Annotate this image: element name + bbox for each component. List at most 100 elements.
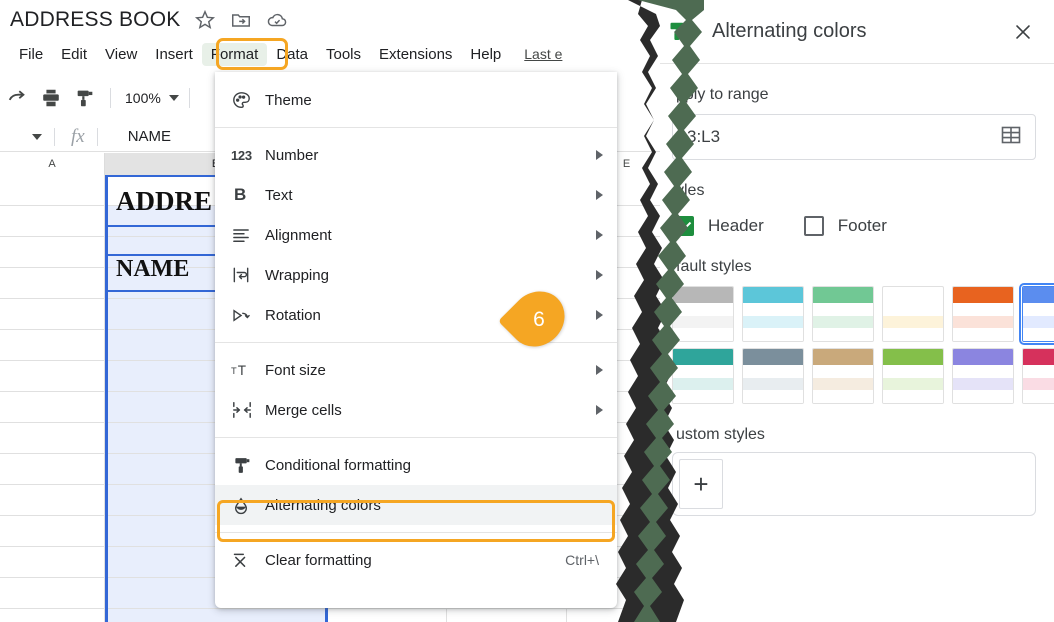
grid-cell[interactable] <box>0 392 105 422</box>
menu-item-alignment[interactable]: Alignment <box>215 215 617 255</box>
column-header-a[interactable]: A <box>0 153 105 175</box>
select-range-icon[interactable] <box>999 123 1023 152</box>
style-swatch-pink[interactable] <box>1022 348 1054 404</box>
menu-item-label: Clear formatting <box>265 551 372 569</box>
grid-cell[interactable] <box>0 485 105 515</box>
grid-cell[interactable] <box>0 578 105 608</box>
swatch-row <box>1023 303 1054 316</box>
swatch-row <box>1023 328 1054 341</box>
menu-item-label: Alignment <box>265 226 332 244</box>
menu-file[interactable]: File <box>10 43 52 66</box>
add-custom-style-button[interactable]: + <box>679 459 723 509</box>
menu-help[interactable]: Help <box>461 43 510 66</box>
menu-item-clear-formatting[interactable]: Clear formatting Ctrl+\ <box>215 540 617 580</box>
menu-insert[interactable]: Insert <box>146 43 202 66</box>
style-swatch-yellow[interactable] <box>882 286 944 342</box>
swatch-header <box>743 287 803 303</box>
swatch-row <box>813 328 873 341</box>
grid-cell[interactable] <box>447 609 567 622</box>
badge-number: 6 <box>533 308 545 331</box>
alternating-colors-panel[interactable]: Alternating colors pply to range 3:L3 yl… <box>660 0 1054 622</box>
menu-item-number[interactable]: 123 Number <box>215 135 617 175</box>
style-swatch-cyan[interactable] <box>742 286 804 342</box>
swatch-band <box>1023 377 1054 391</box>
grid-cell[interactable] <box>0 454 105 484</box>
swatch-row <box>813 390 873 403</box>
redo-icon[interactable] <box>2 83 32 113</box>
menu-extensions[interactable]: Extensions <box>370 43 461 66</box>
swatch-band <box>813 315 873 329</box>
menu-item-theme[interactable]: Theme <box>215 80 617 120</box>
grid-cell[interactable] <box>0 516 105 546</box>
menu-view[interactable]: View <box>96 43 146 66</box>
cloud-saved-icon[interactable] <box>266 9 288 31</box>
default-styles-grid[interactable] <box>672 283 1054 404</box>
number-123-icon: 123 <box>231 147 252 163</box>
swatch-row <box>743 303 803 316</box>
style-swatch-slate[interactable] <box>742 348 804 404</box>
range-value[interactable]: 3:L3 <box>687 127 720 147</box>
grid-cell[interactable] <box>0 609 105 622</box>
style-swatch-tan[interactable] <box>812 348 874 404</box>
grid-cell[interactable] <box>0 299 105 329</box>
style-swatch-orange[interactable] <box>952 286 1014 342</box>
menu-item-font-size[interactable]: T T Font size <box>215 350 617 390</box>
menu-divider <box>215 437 617 438</box>
custom-styles-label: ustom styles <box>676 426 765 443</box>
zoom-level[interactable]: 100% <box>121 90 165 106</box>
grid-cell[interactable] <box>0 547 105 577</box>
menu-item-label: Theme <box>265 91 312 109</box>
star-icon[interactable] <box>194 9 216 31</box>
alternating-colors-icon <box>664 19 698 45</box>
grid-cell[interactable] <box>0 268 105 298</box>
move-to-folder-icon[interactable] <box>230 9 252 31</box>
style-swatch-teal[interactable] <box>672 348 734 404</box>
footer-checkbox[interactable] <box>803 216 824 236</box>
fx-icon: fx <box>71 125 85 147</box>
menu-divider <box>215 532 617 533</box>
grid-cell[interactable] <box>0 206 105 236</box>
print-icon[interactable] <box>36 83 66 113</box>
panel-body: pply to range 3:L3 yles Header Footer fa… <box>660 86 1054 516</box>
custom-styles-box[interactable]: + <box>672 452 1036 516</box>
menu-tools[interactable]: Tools <box>317 43 370 66</box>
menu-data[interactable]: Data <box>267 43 317 66</box>
style-swatch-grey[interactable] <box>672 286 734 342</box>
submenu-arrow-icon <box>596 230 603 240</box>
last-edit-link[interactable]: Last e <box>524 46 562 62</box>
swatch-header <box>883 287 943 303</box>
grid-cell[interactable] <box>0 330 105 360</box>
swatch-header <box>813 287 873 303</box>
panel-header: Alternating colors <box>660 0 1054 64</box>
swatch-row <box>953 365 1013 378</box>
chevron-down-icon[interactable] <box>168 95 179 101</box>
grid-cell[interactable] <box>0 423 105 453</box>
menu-item-alternating-colors[interactable]: Alternating colors <box>215 485 617 525</box>
default-styles-label: fault styles <box>676 258 752 275</box>
menu-divider <box>215 127 617 128</box>
menu-item-label: Conditional formatting <box>265 456 411 474</box>
grid-cell[interactable] <box>0 361 105 391</box>
close-icon[interactable] <box>1010 19 1036 45</box>
range-input-field[interactable]: 3:L3 <box>672 114 1036 160</box>
name-box-chevron-icon[interactable] <box>32 133 42 140</box>
header-checkbox[interactable] <box>674 216 694 236</box>
style-swatch-purple[interactable] <box>952 348 1014 404</box>
grid-cell[interactable] <box>0 237 105 267</box>
grid-cell[interactable] <box>0 175 105 205</box>
menu-item-merge-cells[interactable]: Merge cells <box>215 390 617 430</box>
menu-item-conditional-formatting[interactable]: Conditional formatting <box>215 445 617 485</box>
menu-edit[interactable]: Edit <box>52 43 96 66</box>
menu-format[interactable]: Format <box>201 42 268 66</box>
paint-format-icon[interactable] <box>70 83 100 113</box>
style-swatch-green[interactable] <box>812 286 874 342</box>
style-swatch-lightgreen[interactable] <box>882 348 944 404</box>
grid-cell[interactable] <box>327 609 447 622</box>
swatch-header <box>953 287 1013 303</box>
swatch-header <box>813 349 873 365</box>
style-swatch-blue[interactable] <box>1019 283 1054 345</box>
menu-item-wrapping[interactable]: Wrapping <box>215 255 617 295</box>
formula-input[interactable]: NAME <box>128 128 171 145</box>
grid-cell[interactable] <box>105 609 327 622</box>
menu-item-text[interactable]: B Text <box>215 175 617 215</box>
